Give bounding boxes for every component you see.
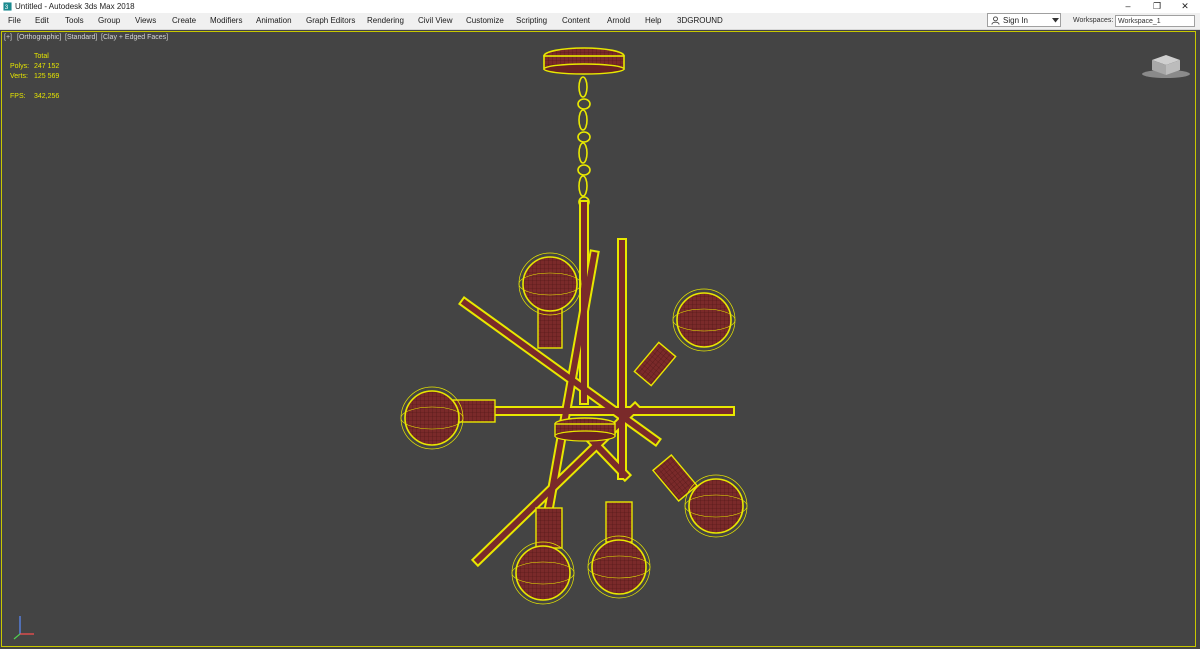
menu-3dground[interactable]: 3DGROUND (677, 13, 723, 29)
menu-graph-editors[interactable]: Graph Editors (306, 13, 355, 29)
close-button[interactable]: ✕ (1170, 0, 1200, 13)
minimize-button[interactable]: – (1113, 0, 1143, 13)
viewport-render-label[interactable]: [Standard] (65, 33, 97, 43)
bulb-left[interactable] (400, 386, 496, 450)
chain[interactable] (577, 76, 591, 208)
window-title: Untitled - Autodesk 3ds Max 2018 (15, 2, 135, 11)
menu-views[interactable]: Views (135, 13, 156, 29)
viewcube-icon[interactable] (1142, 55, 1190, 78)
sign-in-label: Sign In (1003, 16, 1028, 25)
menu-modifiers[interactable]: Modifiers (210, 13, 242, 29)
viewport-menu-plus[interactable]: [+] (4, 33, 12, 43)
menu-file[interactable]: File (8, 13, 21, 29)
bulb-top[interactable] (518, 252, 582, 349)
menu-arnold[interactable]: Arnold (607, 13, 630, 29)
menu-help[interactable]: Help (645, 13, 661, 29)
maximize-button[interactable]: ❐ (1142, 0, 1172, 13)
bulb-upper-right[interactable] (633, 288, 736, 387)
axis-tripod-icon (13, 616, 34, 640)
stats-polys-value: 247 152 (34, 63, 60, 70)
workspace-select[interactable]: Workspace_1 (1115, 15, 1195, 27)
workspace-value: Workspace_1 (1118, 18, 1161, 25)
scene-render (13, 47, 1190, 640)
menu-edit[interactable]: Edit (35, 13, 49, 29)
title-bar: 3 Untitled - Autodesk 3ds Max 2018 – ❐ ✕ (0, 0, 1200, 13)
menu-animation[interactable]: Animation (256, 13, 292, 29)
svg-text:3: 3 (5, 4, 9, 11)
bulb-bottom-right[interactable] (587, 501, 651, 599)
workspaces-label: Workspaces: (1073, 17, 1114, 24)
central-hub[interactable] (554, 417, 616, 442)
bulb-lower-right[interactable] (651, 453, 748, 538)
stats-fps-value: 342,256 (34, 93, 60, 100)
user-icon (991, 16, 1000, 25)
stats-total-label: Total (34, 53, 49, 60)
menu-civil-view[interactable]: Civil View (418, 13, 453, 29)
viewport-shading-label[interactable]: [Clay + Edged Faces] (101, 33, 168, 43)
stats-verts-label: Verts: (10, 73, 28, 80)
chevron-down-icon (1052, 18, 1059, 23)
stats-polys-label: Polys: (10, 63, 30, 70)
viewport-view-label[interactable]: [Orthographic] (17, 33, 61, 43)
menu-group[interactable]: Group (98, 13, 120, 29)
sign-in-dropdown[interactable]: Sign In (987, 13, 1061, 27)
stats-fps-label: FPS: (10, 93, 26, 100)
menu-tools[interactable]: Tools (65, 13, 84, 29)
menu-customize[interactable]: Customize (466, 13, 504, 29)
stats-verts-value: 125 569 (34, 73, 60, 80)
menu-rendering[interactable]: Rendering (367, 13, 404, 29)
menu-scripting[interactable]: Scripting (516, 13, 547, 29)
app-icon: 3 (3, 2, 12, 11)
ceiling-canopy[interactable] (543, 47, 625, 75)
menu-content[interactable]: Content (562, 13, 590, 29)
menu-create[interactable]: Create (172, 13, 196, 29)
